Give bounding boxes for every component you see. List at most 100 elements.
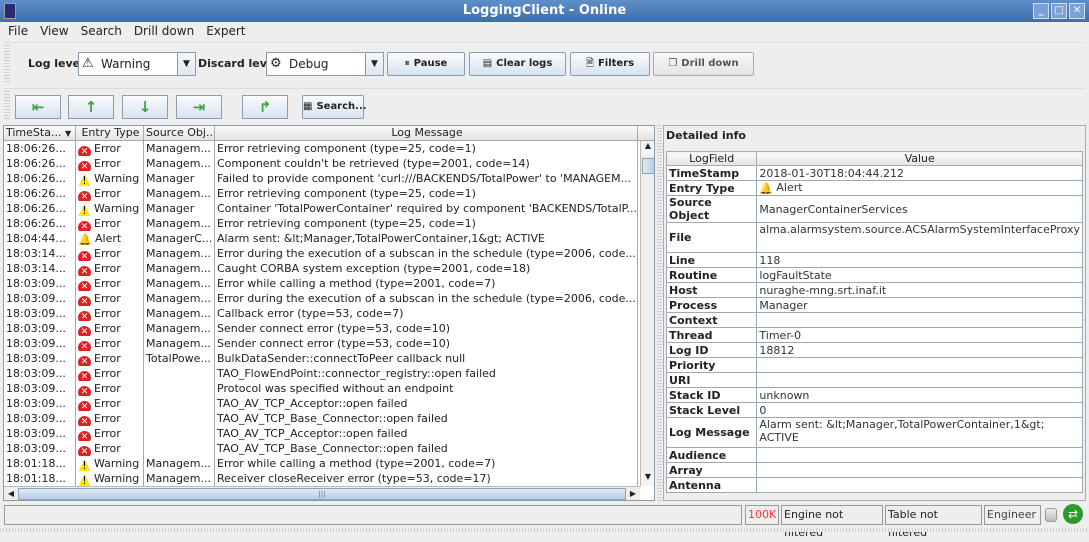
- last-button[interactable]: ⇥: [176, 95, 222, 119]
- scroll-thumb[interactable]: [642, 158, 654, 174]
- up-button[interactable]: ↑: [68, 95, 114, 119]
- detail-row[interactable]: Entry Type 🔔 Alert: [665, 180, 1083, 196]
- column-value[interactable]: Value: [756, 151, 1083, 166]
- cell-entry-type: ✕ Error: [76, 306, 144, 321]
- detail-row[interactable]: Array: [665, 462, 1083, 478]
- log-level-select[interactable]: ⚠ Warning ▼: [78, 52, 196, 76]
- toolbar-grip[interactable]: [4, 45, 10, 82]
- scroll-down-icon[interactable]: ▼: [641, 472, 654, 486]
- chevron-down-icon[interactable]: ▼: [365, 53, 383, 75]
- table-row[interactable]: 18:03:09... ✕ Error Managem... Sender connec…: [4, 336, 654, 351]
- scroll-thumb[interactable]: |||: [18, 488, 626, 500]
- close-button[interactable]: ✕: [1069, 3, 1085, 19]
- detail-row[interactable]: File alma.alarmsystem.source.ACSAlarmSyst…: [665, 222, 1083, 253]
- error-icon: ✕: [78, 161, 91, 171]
- table-row[interactable]: 18:03:09... ✕ Error Managem... Error while c…: [4, 276, 654, 291]
- table-row[interactable]: 18:03:09... ✕ Error TAO_FlowEndPoint::conne…: [4, 366, 654, 381]
- table-row[interactable]: 18:03:09... ✕ Error TotalPowe... BulkDataSen…: [4, 351, 654, 366]
- table-row[interactable]: 18:01:18...! Warning Managem... Receiver cl…: [4, 471, 654, 486]
- split-pane-divider[interactable]: [657, 125, 662, 501]
- cell-entry-type: ✕ Error: [76, 141, 144, 156]
- detail-table: LogField Value TimeStamp 2018-01-30T18:04:…: [665, 151, 1083, 493]
- detail-row[interactable]: Routine logFaultState: [665, 267, 1083, 283]
- horizontal-scrollbar[interactable]: ◀ ||| ▶: [4, 486, 640, 500]
- scroll-left-icon[interactable]: ◀: [4, 487, 18, 500]
- detail-row[interactable]: Audience: [665, 447, 1083, 463]
- column-source-object[interactable]: Source Obj...: [144, 126, 215, 140]
- scroll-right-icon[interactable]: ▶: [626, 487, 640, 500]
- menu-view[interactable]: View: [40, 22, 68, 40]
- detail-row[interactable]: Log ID 18812: [665, 342, 1083, 358]
- table-row[interactable]: 18:03:09... ✕ Error Protocol was specified …: [4, 381, 654, 396]
- cell-source-object: Managem...: [144, 291, 215, 306]
- table-row[interactable]: 18:03:09... ✕ Error TAO_AV_TCP_Base_Connect…: [4, 441, 654, 456]
- error-icon: ✕: [78, 431, 91, 441]
- menu-search[interactable]: Search: [81, 22, 122, 40]
- cell-log-message: Error during the execution of a subscan …: [215, 291, 638, 306]
- minimize-button[interactable]: _: [1033, 3, 1049, 19]
- drill-down-button[interactable]: ❐ Drill down: [653, 52, 754, 76]
- detail-row[interactable]: TimeStamp 2018-01-30T18:04:44.212: [665, 165, 1083, 181]
- table-row[interactable]: 18:06:26... ✕ Error Managem... Error retriev…: [4, 141, 654, 156]
- table-row[interactable]: 18:06:26...! Warning Manager Failed to prov…: [4, 171, 654, 186]
- detail-row[interactable]: Priority: [665, 357, 1083, 373]
- column-timestamp[interactable]: TimeSta... ▼: [4, 126, 76, 140]
- table-row[interactable]: 18:03:14... ✕ Error Managem... Error during …: [4, 246, 654, 261]
- table-row[interactable]: 18:03:09... ✕ Error TAO_AV_TCP_Acceptor::op…: [4, 426, 654, 441]
- column-label: TimeSta...: [6, 126, 62, 139]
- menu-expert[interactable]: Expert: [206, 22, 245, 40]
- maximize-button[interactable]: □: [1051, 3, 1067, 19]
- cell-source-object: Managem...: [144, 306, 215, 321]
- table-row[interactable]: 18:03:09... ✕ Error Managem... Error during …: [4, 291, 654, 306]
- table-row[interactable]: 18:03:09... ✕ Error TAO_AV_TCP_Acceptor::op…: [4, 396, 654, 411]
- column-logfield[interactable]: LogField: [665, 151, 758, 166]
- detail-row[interactable]: URI: [665, 372, 1083, 388]
- clear-logs-button[interactable]: ▤ Clear logs: [469, 52, 566, 76]
- table-row[interactable]: 18:03:09... ✕ Error Managem... Callback erro…: [4, 306, 654, 321]
- detail-row[interactable]: Context: [665, 312, 1083, 328]
- table-row[interactable]: 18:04:44... 🔔 Alert ManagerC... Alarm sent: …: [4, 231, 654, 246]
- menu-drill-down[interactable]: Drill down: [134, 22, 194, 40]
- cell-timestamp: 18:06:26...: [4, 156, 76, 171]
- detail-row[interactable]: Stack ID unknown: [665, 387, 1083, 403]
- table-row[interactable]: 18:03:09... ✕ Error TAO_AV_TCP_Base_Connect…: [4, 411, 654, 426]
- detail-row[interactable]: Host nuraghe-mng.srt.inaf.it: [665, 282, 1083, 298]
- pause-button[interactable]: ⏸ Pause: [387, 52, 465, 76]
- detail-row[interactable]: Antenna: [665, 477, 1083, 493]
- table-row[interactable]: 18:03:09... ✕ Error Managem... Sender connec…: [4, 321, 654, 336]
- value-text: Alarm sent: &lt;Manager,TotalPowerContai…: [759, 418, 1045, 444]
- table-row[interactable]: 18:06:26... ✕ Error Managem... Error retriev…: [4, 186, 654, 201]
- table-row[interactable]: 18:01:18...! Warning Managem... Error while…: [4, 456, 654, 471]
- detail-row[interactable]: Thread Timer-0: [665, 327, 1083, 343]
- detail-row[interactable]: Stack Level 0: [665, 402, 1083, 418]
- cell-log-message: Protocol was specified without an endpoi…: [215, 381, 638, 396]
- down-button[interactable]: ↓: [122, 95, 168, 119]
- cell-timestamp: 18:06:26...: [4, 141, 76, 156]
- search-button[interactable]: ▦ Search...: [302, 95, 367, 119]
- detail-row[interactable]: Process Manager: [665, 297, 1083, 313]
- table-row[interactable]: 18:06:26...! Warning Manager Container 'Tot…: [4, 201, 654, 216]
- error-icon: ✕: [78, 266, 91, 276]
- detail-row[interactable]: Line 118: [665, 252, 1083, 268]
- cell-source-object: Managem...: [144, 471, 215, 486]
- column-entry-type[interactable]: Entry Type: [76, 126, 144, 140]
- discard-level-select[interactable]: ⚙ Debug ▼: [266, 52, 384, 76]
- detail-row[interactable]: Source Object ManagerContainerServices: [665, 195, 1083, 223]
- table-row[interactable]: 18:06:26... ✕ Error Managem... Error retriev…: [4, 216, 654, 231]
- table-row[interactable]: 18:03:14... ✕ Error Managem... Caught CORBA …: [4, 261, 654, 276]
- filters-button[interactable]: 🗎 Filters: [570, 52, 650, 76]
- entry-type-label: Error: [94, 427, 121, 440]
- first-button[interactable]: ⇤: [15, 95, 61, 119]
- column-log-message[interactable]: Log Message: [215, 126, 638, 140]
- vertical-scrollbar[interactable]: ▲ ▼: [640, 141, 654, 486]
- entry-type-label: Error: [94, 157, 121, 170]
- table-row[interactable]: 18:06:26... ✕ Error Managem... Component cou…: [4, 156, 654, 171]
- toolbar-grip[interactable]: [4, 91, 10, 120]
- scroll-up-icon[interactable]: ▲: [641, 141, 654, 155]
- detail-row[interactable]: Log Message Alarm sent: &lt;Manager,Total…: [665, 417, 1083, 448]
- menu-file[interactable]: File: [8, 22, 28, 40]
- error-icon: ✕: [78, 416, 91, 426]
- table-filter-status: Table not filtered: [885, 505, 982, 539]
- jump-button[interactable]: ↱: [242, 95, 288, 119]
- chevron-down-icon[interactable]: ▼: [177, 53, 195, 75]
